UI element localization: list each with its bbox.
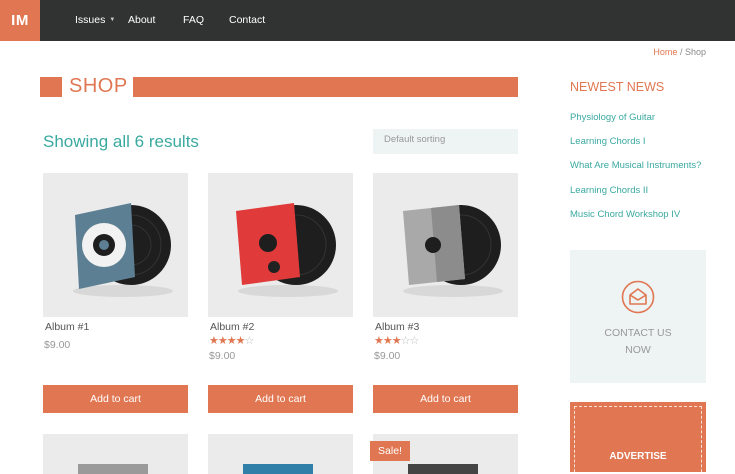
chevron-down-icon: ▼ — [109, 17, 116, 23]
news-link[interactable]: Physiology of Guitar — [570, 112, 655, 123]
product-name[interactable]: Album #3 — [375, 321, 518, 333]
add-to-cart-button[interactable]: Add to cart — [373, 385, 518, 413]
page-title-banner: SHOP — [40, 75, 518, 98]
product-image[interactable] — [43, 173, 188, 317]
breadcrumb: Home / Shop — [653, 47, 706, 57]
add-to-cart-button[interactable]: Add to cart — [43, 385, 188, 413]
product-image[interactable] — [373, 173, 518, 317]
product-card: Album #3 ★★★☆☆ $9.00 — [373, 173, 518, 362]
product-card: Album #1 $9.00 — [43, 173, 188, 351]
nav-item-about[interactable]: About — [128, 14, 155, 26]
title-decoration-bar — [133, 77, 518, 97]
page-title: SHOP — [69, 75, 128, 97]
envelope-icon — [621, 280, 655, 314]
contact-us-box[interactable]: CONTACT US NOW — [570, 250, 706, 383]
news-link[interactable]: Learning Chords I — [570, 136, 646, 147]
nav-item-issues[interactable]: Issues ▼ — [75, 14, 115, 26]
album-cover-image — [78, 464, 148, 474]
sale-badge: Sale! — [370, 441, 410, 461]
breadcrumb-current: Shop — [684, 47, 706, 57]
product-price: $9.00 — [209, 350, 236, 362]
sidebar-heading: NEWEST NEWS — [570, 80, 665, 94]
nav-item-contact[interactable]: Contact — [229, 14, 265, 26]
album-cover-image — [236, 203, 338, 297]
top-navigation-bar: IM Issues ▼ About FAQ Contact — [0, 0, 735, 41]
product-image[interactable] — [208, 173, 353, 317]
product-name[interactable]: Album #1 — [45, 321, 188, 333]
results-count: Showing all 6 results — [43, 132, 199, 151]
title-decoration-square — [40, 77, 62, 97]
site-logo[interactable]: IM — [0, 0, 40, 41]
add-to-cart-button[interactable]: Add to cart — [208, 385, 353, 413]
album-cover-image — [403, 205, 503, 297]
contact-us-text: CONTACT US NOW — [570, 325, 706, 359]
contact-line: NOW — [625, 344, 651, 356]
nav-item-label: Issues — [75, 14, 106, 26]
news-link[interactable]: Learning Chords II — [570, 185, 648, 196]
product-image[interactable] — [43, 434, 188, 474]
ad-text: ADVERTISE — [609, 451, 667, 462]
product-name[interactable]: Album #2 — [210, 321, 353, 333]
advertise-banner[interactable]: ADVERTISE — [570, 402, 706, 472]
contact-line: CONTACT US — [604, 327, 672, 339]
product-card: Album #2 ★★★★☆ $9.00 — [208, 173, 353, 362]
album-cover-image — [243, 464, 313, 474]
album-cover-image — [73, 203, 173, 297]
sorting-select[interactable]: Default sorting — [373, 129, 518, 154]
ad-dashed-border — [574, 406, 702, 472]
news-link[interactable]: What Are Musical Instruments? — [570, 160, 701, 171]
star-rating: ★★★★☆ — [209, 335, 254, 347]
product-price: $9.00 — [374, 350, 401, 362]
product-price: $9.00 — [44, 339, 71, 351]
breadcrumb-home-link[interactable]: Home — [653, 47, 677, 57]
product-image[interactable] — [208, 434, 353, 474]
star-rating: ★★★☆☆ — [374, 335, 419, 347]
nav-item-faq[interactable]: FAQ — [183, 14, 204, 26]
news-link[interactable]: Music Chord Workshop IV — [570, 209, 680, 220]
breadcrumb-separator: / — [679, 47, 683, 57]
